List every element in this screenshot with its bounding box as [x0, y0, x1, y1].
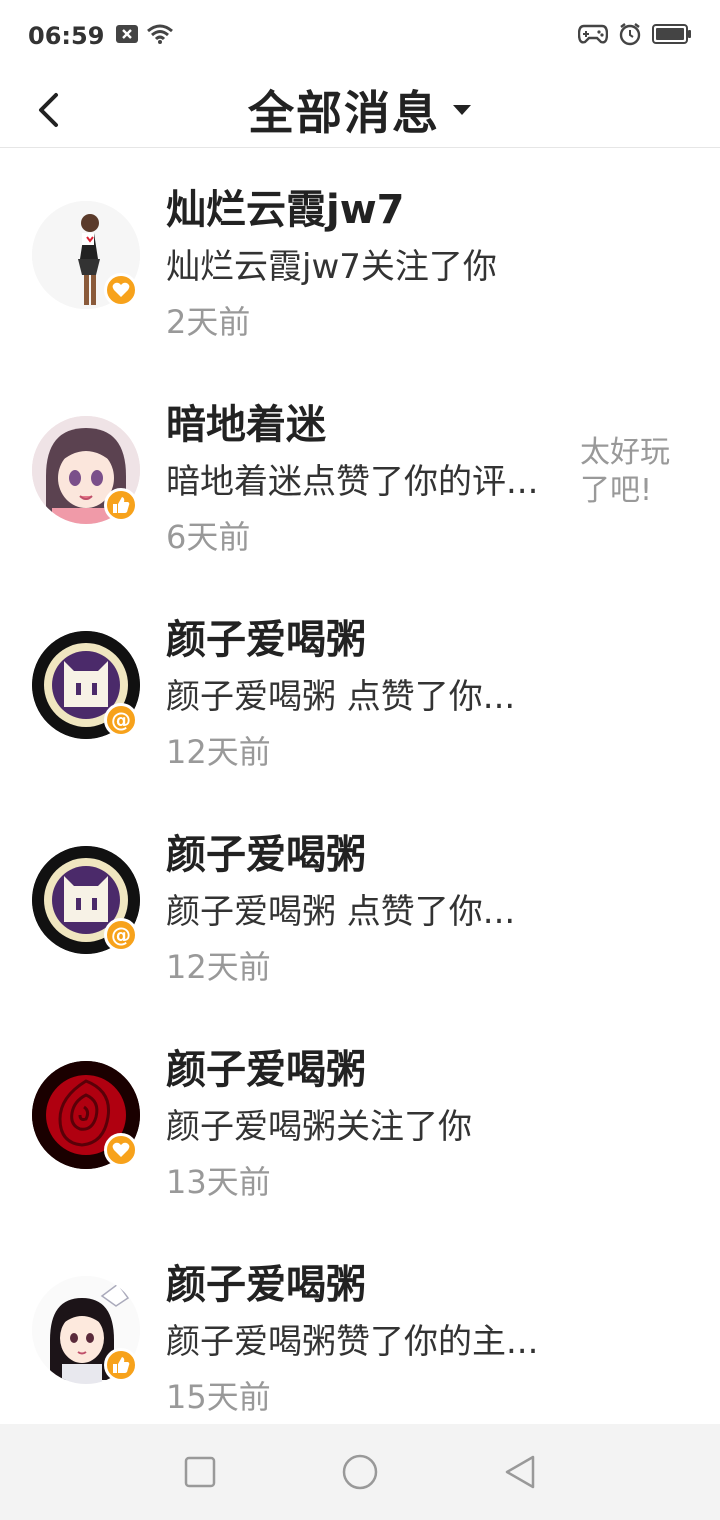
message-text: 灿烂云霞jw7关注了你 [166, 247, 497, 287]
message-item[interactable]: 暗地着迷 暗地着迷点赞了你的评... 6天前 太好玩了吧! [0, 364, 720, 579]
thumbs-up-icon [113, 1357, 130, 1373]
message-time: 12天前 [166, 733, 271, 771]
page-title: 全部消息 [248, 86, 440, 140]
at-icon: @ [111, 923, 131, 947]
thumbs-up-icon [113, 497, 130, 513]
at-icon: @ [111, 708, 131, 732]
sender-name: 颜子爱喝粥 [166, 832, 366, 878]
message-text: 颜子爱喝粥赞了你的主... [166, 1322, 539, 1362]
message-item[interactable]: 灿烂云霞jw7 灿烂云霞jw7关注了你 2天前 [0, 149, 720, 364]
home-button[interactable] [330, 1442, 390, 1502]
message-item[interactable]: @ 颜子爱喝粥 颜子爱喝粥 点赞了你... 12天前 [0, 579, 720, 794]
sender-name: 颜子爱喝粥 [166, 617, 366, 663]
heart-icon [112, 282, 130, 297]
message-text: 颜子爱喝粥 点赞了你... [166, 677, 516, 717]
wifi-icon [146, 23, 174, 49]
thumbs-up-badge [104, 488, 138, 522]
thumbs-up-badge [104, 1348, 138, 1382]
sender-name: 颜子爱喝粥 [166, 1262, 366, 1308]
heart-badge [104, 273, 138, 307]
message-text: 暗地着迷点赞了你的评... [166, 462, 539, 502]
back-nav-button[interactable] [490, 1442, 550, 1502]
sender-name: 颜子爱喝粥 [166, 1047, 366, 1093]
at-badge: @ [104, 918, 138, 952]
system-nav-bar [0, 1424, 720, 1520]
recent-apps-button[interactable] [170, 1442, 230, 1502]
message-list: 灿烂云霞jw7 灿烂云霞jw7关注了你 2天前 暗地着迷 暗地着迷点赞了你的评.… [0, 149, 720, 1439]
message-item[interactable]: 颜子爱喝粥 颜子爱喝粥关注了你 13天前 [0, 1009, 720, 1224]
gamepad-icon [577, 23, 609, 49]
alarm-icon [618, 22, 642, 50]
battery-icon [652, 23, 692, 49]
message-time: 13天前 [166, 1163, 271, 1201]
message-time: 6天前 [166, 518, 251, 556]
message-item[interactable]: @ 颜子爱喝粥 颜子爱喝粥 点赞了你... 12天前 [0, 794, 720, 1009]
sim-x-icon [116, 25, 139, 47]
circle-icon [342, 1454, 378, 1490]
sender-name: 暗地着迷 [166, 402, 326, 448]
sender-name: 灿烂云霞jw7 [166, 187, 405, 233]
message-time: 2天前 [166, 303, 251, 341]
comment-preview: 太好玩了吧! [580, 435, 670, 508]
message-text: 颜子爱喝粥关注了你 [166, 1107, 472, 1147]
square-icon [184, 1456, 216, 1488]
message-text: 颜子爱喝粥 点赞了你... [166, 892, 516, 932]
at-badge: @ [104, 703, 138, 737]
message-item[interactable]: 颜子爱喝粥 颜子爱喝粥赞了你的主... 15天前 [0, 1224, 720, 1439]
status-bar: 06:59 [0, 0, 720, 72]
status-time: 06:59 [28, 22, 105, 50]
triangle-back-icon [505, 1455, 535, 1489]
heart-badge [104, 1133, 138, 1167]
header: 全部消息 [0, 72, 720, 148]
message-time: 15天前 [166, 1378, 271, 1416]
message-time: 12天前 [166, 948, 271, 986]
heart-icon [112, 1142, 130, 1157]
caret-down-icon [453, 105, 471, 115]
message-filter-dropdown[interactable]: 全部消息 [0, 72, 720, 148]
